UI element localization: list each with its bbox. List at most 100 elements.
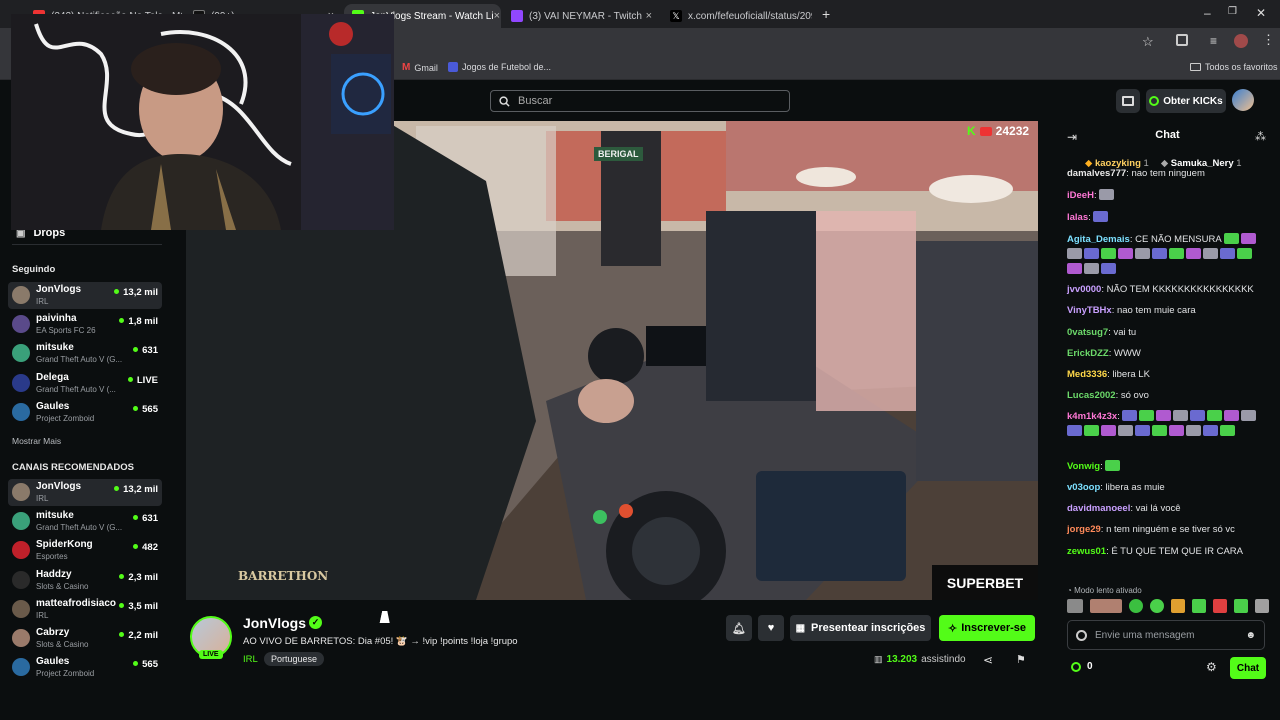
- chat-username[interactable]: ErickDZZ: [1067, 348, 1109, 359]
- channel-avatar: [12, 541, 30, 560]
- viewer-overlay: K 24232: [967, 124, 1029, 138]
- chat-username[interactable]: jorge29: [1067, 524, 1101, 535]
- sidebar-channel-haddzy[interactable]: Haddzy Slots & Casino 2,3 mil: [8, 567, 162, 594]
- bookmark-jogos[interactable]: Jogos de Futebol de...: [448, 62, 551, 72]
- bookmark-star-icon[interactable]: ☆: [1142, 34, 1154, 50]
- chat-username[interactable]: Lucas2002: [1067, 390, 1116, 401]
- close-tab-icon[interactable]: ×: [494, 10, 500, 22]
- channel-name: Gaules: [36, 656, 70, 668]
- channel-avatar: [12, 599, 30, 618]
- emote[interactable]: [1213, 599, 1227, 613]
- chat-username[interactable]: lalas: [1067, 212, 1088, 223]
- emote[interactable]: [1090, 599, 1122, 613]
- channel-category: Grand Theft Auto V (...: [36, 384, 116, 394]
- profile-avatar[interactable]: [1234, 34, 1248, 48]
- chat-message: damalves777: nao tem ninguem: [1067, 168, 1205, 179]
- bookmark-gmail[interactable]: M Gmail: [402, 62, 438, 73]
- channel-category: Slots & Casino: [36, 640, 89, 649]
- chat-emote: [1139, 410, 1155, 421]
- chat-message-list: damalves777: nao tem ninguem iDeeH: lalas…: [1055, 168, 1280, 584]
- get-kicks-button[interactable]: Obter KICKs: [1146, 89, 1226, 113]
- close-tab-icon[interactable]: ×: [646, 10, 652, 22]
- browser-menu-icon[interactable]: ⋮: [1262, 32, 1275, 48]
- streamer-name[interactable]: JonVlogs: [243, 615, 306, 631]
- emote[interactable]: [1234, 599, 1248, 613]
- emote[interactable]: [1192, 599, 1206, 613]
- chat-emote: [1067, 425, 1082, 436]
- sidebar-channel-gaules[interactable]: Gaules Project Zomboid 565: [8, 399, 162, 426]
- chat-text: nao tem ninguem: [1131, 168, 1205, 179]
- chat-settings-gear-icon[interactable]: ⚙: [1206, 660, 1217, 674]
- sidebar-channel-spiderkong[interactable]: SpiderKong Esportes 482: [8, 537, 162, 564]
- sidebar-channel-jonvlogs[interactable]: JonVlogs IRL 13,2 mil: [8, 479, 162, 506]
- sidebar-channel-matteafrodisiaco[interactable]: matteafrodisiaco IRL 3,5 mil: [8, 596, 162, 623]
- minimize-button[interactable]: –: [1204, 6, 1211, 20]
- channel-name: Cabrzy: [36, 627, 70, 638]
- chat-username[interactable]: Agita_Demais: [1067, 234, 1130, 245]
- user-avatar[interactable]: [1232, 89, 1254, 111]
- channel-viewers: 3,5 mil: [119, 601, 158, 612]
- send-chat-button[interactable]: Chat: [1230, 657, 1266, 679]
- chat-input[interactable]: Envie uma mensagem ☻: [1067, 620, 1265, 650]
- subscribe-label: Inscrever-se: [961, 622, 1027, 634]
- category-link[interactable]: IRL: [243, 654, 258, 665]
- sidebar-channel-cabrzy[interactable]: Cabrzy Slots & Casino 2,2 mil: [8, 625, 162, 652]
- sidebar-channel-mitsuke[interactable]: mitsuke Grand Theft Auto V (G... 631: [8, 508, 162, 535]
- chat-username[interactable]: damalves777: [1067, 168, 1126, 179]
- chat-message: ErickDZZ: WWW: [1067, 348, 1141, 359]
- close-window-button[interactable]: ✕: [1256, 6, 1266, 20]
- emoji-picker-icon[interactable]: ☻: [1245, 630, 1256, 641]
- sidebar-channel-gaules[interactable]: Gaules Project Zomboid 565: [8, 654, 162, 681]
- maximize-button[interactable]: ❐: [1228, 6, 1237, 17]
- chat-message: iDeeH:: [1067, 188, 1267, 203]
- emote[interactable]: [1129, 599, 1143, 613]
- emote[interactable]: [1067, 599, 1083, 613]
- chat-username[interactable]: Vonwig: [1067, 461, 1100, 472]
- gift-icon: [1122, 96, 1134, 106]
- chat-username[interactable]: jvv0000: [1067, 284, 1101, 295]
- chat-emote: [1224, 410, 1240, 421]
- rewards-button[interactable]: [1116, 89, 1140, 113]
- channel-name: JonVlogs: [36, 481, 82, 492]
- chat-emote: [1203, 425, 1218, 436]
- share-icon[interactable]: ⋖: [983, 653, 993, 667]
- sidebar-channel-mitsuke[interactable]: mitsuke Grand Theft Auto V (G... 631: [8, 340, 162, 367]
- report-icon[interactable]: ⚑: [1016, 653, 1026, 666]
- language-tag[interactable]: Portuguese: [264, 652, 325, 666]
- chat-username[interactable]: 0vatsug7: [1067, 327, 1108, 338]
- browser-tab[interactable]: (3) VAI NEYMAR - Twitch ×: [503, 4, 660, 28]
- extensions-icon[interactable]: [1176, 34, 1188, 46]
- chat-username[interactable]: Med3336: [1067, 369, 1107, 380]
- chat-username[interactable]: VinyTBHx: [1067, 305, 1112, 316]
- follow-heart-button[interactable]: ♥: [758, 615, 784, 641]
- chat-username[interactable]: k4m1k4z3x: [1067, 411, 1117, 422]
- notification-bell-button[interactable]: 🔔︎: [726, 615, 752, 641]
- chat-username[interactable]: davidmanoeel: [1067, 503, 1130, 514]
- sidebar-channel-paivinha[interactable]: paivinha EA Sports FC 26 1,8 mil: [8, 311, 162, 338]
- chat-users-icon[interactable]: ⁂: [1255, 130, 1266, 143]
- chat-username[interactable]: iDeeH: [1067, 190, 1094, 201]
- chat-message: 0vatsug7: vai tu: [1067, 327, 1137, 338]
- emote[interactable]: [1255, 599, 1269, 613]
- sidebar-channel-jonvlogs[interactable]: JonVlogs IRL 13,2 mil: [8, 282, 162, 309]
- media-control-icon[interactable]: ≡: [1210, 34, 1217, 48]
- heart-icon: ♥: [767, 622, 775, 634]
- channel-name: JonVlogs: [36, 284, 82, 295]
- subscribe-button[interactable]: ✧ Inscrever-se: [939, 615, 1035, 641]
- browser-tab[interactable]: 𝕏 x.com/fefeuoficiall/status/209: [662, 4, 812, 28]
- viewers-icon: ▥: [874, 654, 883, 664]
- chat-username[interactable]: v03oop: [1067, 482, 1100, 493]
- gift-subs-button[interactable]: ▦ Presentear inscrições: [790, 615, 931, 641]
- channel-avatar: [12, 512, 30, 531]
- show-more-link[interactable]: Mostrar Mais: [12, 436, 61, 446]
- emote[interactable]: [1171, 599, 1185, 613]
- new-tab-button[interactable]: +: [822, 6, 830, 22]
- chat-message: v03oop: libera as muie: [1067, 482, 1165, 493]
- emote[interactable]: [1150, 599, 1164, 613]
- channel-points[interactable]: 0: [1071, 661, 1093, 672]
- sidebar-channel-delega[interactable]: Delega Grand Theft Auto V (... LIVE: [8, 370, 162, 397]
- search-input[interactable]: Buscar: [490, 90, 790, 112]
- chat-username[interactable]: zewus01: [1067, 546, 1106, 557]
- all-bookmarks-button[interactable]: Todos os favoritos: [1190, 62, 1278, 72]
- chat-emote: [1203, 248, 1218, 259]
